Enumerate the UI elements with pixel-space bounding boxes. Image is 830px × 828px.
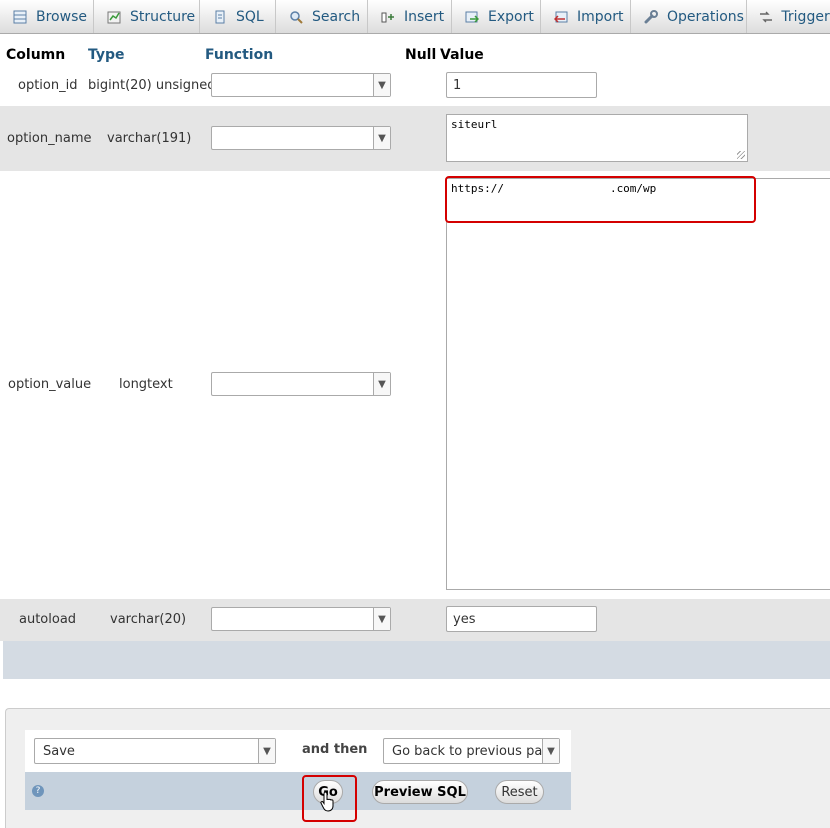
chevron-down-icon: ▼ [373,608,390,630]
value-input[interactable]: 1 [446,72,597,98]
value-text: siteurl [451,118,498,131]
action-select[interactable]: Save ▼ [34,738,276,764]
tab-structure[interactable]: Structure [94,0,200,33]
chevron-down-icon: ▼ [542,739,559,763]
highlight-box [445,176,756,223]
column-name: option_name [7,131,92,146]
tab-search[interactable]: Search [276,0,368,33]
table-row: option_value longtext ▼ https:// .com/wp [0,171,830,599]
column-type: varchar(191) [107,131,192,146]
table-row: autoload varchar(20) ▼ yes [0,599,830,641]
column-type: varchar(20) [110,612,187,627]
resize-grip[interactable] [737,151,745,159]
insert-icon [380,9,396,25]
import-icon [553,9,569,25]
chevron-down-icon: ▼ [373,74,390,96]
chevron-down-icon: ▼ [258,739,275,763]
tab-bar: Browse Structure SQL Search Insert Expor… [0,0,830,34]
header-function: Function [205,47,274,63]
function-select[interactable]: ▼ [211,372,391,396]
function-select[interactable]: ▼ [211,607,391,631]
reset-button[interactable]: Reset [495,780,544,804]
tab-import[interactable]: Import [541,0,631,33]
value-input[interactable]: yes [446,606,597,632]
value-textarea[interactable]: siteurl [446,114,748,162]
header-value: Value [440,47,484,63]
after-action-value: Go back to previous page [392,744,559,759]
wrench-icon [643,9,659,25]
tab-label: Search [312,8,361,25]
header-column: Column [6,47,66,63]
tab-triggers[interactable]: Triggers [747,0,830,33]
tab-export[interactable]: Export [452,0,541,33]
tab-label: Insert [404,8,445,25]
header-null: Null [405,47,437,63]
triggers-icon [759,9,773,25]
column-type: bigint(20) unsigned [88,78,216,93]
search-icon [288,9,304,25]
preview-sql-button[interactable]: Preview SQL [372,780,468,804]
tab-label: Triggers [781,8,830,25]
table-icon [12,9,28,25]
column-name: option_id [18,78,78,93]
after-action-select[interactable]: Go back to previous page ▼ [383,738,560,764]
tab-label: Import [577,8,624,25]
header-type[interactable]: Type [88,45,125,65]
column-name: option_value [8,377,92,392]
tab-label: Structure [130,8,196,25]
structure-icon [106,9,122,25]
value-textarea[interactable]: https:// .com/wp [446,178,830,590]
tab-label: Export [488,8,534,25]
action-select-value: Save [43,744,75,759]
sql-icon [212,9,228,25]
chevron-down-icon: ▼ [373,373,390,395]
export-icon [464,9,480,25]
tab-sql[interactable]: SQL [200,0,276,33]
table-row: option_id bigint(20) unsigned ▼ 1 [0,66,830,106]
help-icon[interactable]: ? [32,785,44,797]
tab-insert[interactable]: Insert [368,0,452,33]
action-row: Save ▼ and then Go back to previous page… [25,730,571,772]
table-row: option_name varchar(191) ▼ siteurl [0,106,830,171]
chevron-down-icon: ▼ [373,127,390,149]
and-then-label: and then [302,742,368,757]
tab-label: SQL [236,8,264,25]
tab-label: Browse [36,8,87,25]
function-select[interactable]: ▼ [211,126,391,150]
tab-label: Operations [667,8,744,25]
table-footer [3,641,830,679]
hand-cursor-icon [320,791,338,817]
button-row: ? Go Preview SQL Reset [25,772,571,810]
function-select[interactable]: ▼ [211,73,391,97]
column-name: autoload [19,612,77,627]
tab-browse[interactable]: Browse [0,0,94,33]
tab-operations[interactable]: Operations [631,0,747,33]
column-type: longtext [119,377,173,392]
